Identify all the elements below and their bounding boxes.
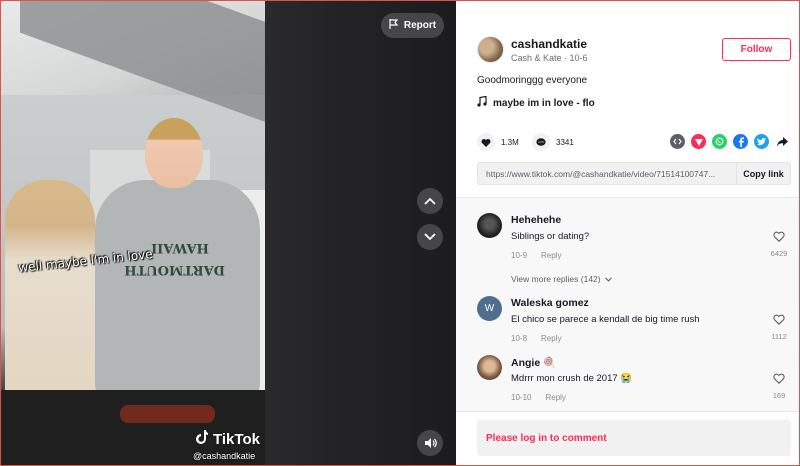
video-person-right	[95, 180, 260, 395]
comment-count: 3341	[556, 137, 574, 147]
comment-like-count: 1112	[771, 332, 787, 341]
chevron-down-small-icon	[604, 276, 612, 282]
comment-like[interactable]: 1112	[766, 312, 792, 341]
view-more-label: View more replies (142)	[511, 274, 601, 284]
comments-list[interactable]: Hehehehe Siblings or dating? 10-9 Reply …	[456, 197, 800, 411]
facebook-icon[interactable]	[733, 134, 748, 149]
comment-like[interactable]: 169	[766, 371, 792, 400]
comment-like[interactable]: 6429	[766, 229, 792, 258]
comment-stat[interactable]: 3341	[532, 133, 574, 151]
reply-button[interactable]: Reply	[545, 393, 565, 402]
comment-meta: 10-8 Reply	[511, 334, 561, 343]
chevron-down-icon	[424, 233, 436, 241]
copy-link-button[interactable]: Copy link	[736, 163, 790, 184]
video-handle: @cashandkatie	[193, 451, 256, 461]
speaker-icon	[424, 438, 437, 448]
video-link-field[interactable]: https://www.tiktok.com/@cashandkatie/vid…	[478, 169, 736, 179]
video-bacon	[120, 405, 215, 423]
comment-like-count: 6429	[770, 249, 788, 258]
comment-author[interactable]: Waleska gomez	[511, 297, 589, 309]
reply-button[interactable]: Reply	[541, 334, 561, 343]
embed-icon[interactable]	[670, 134, 685, 149]
comment-avatar[interactable]: W	[477, 296, 502, 321]
volume-button[interactable]	[417, 430, 443, 456]
send-icon[interactable]	[691, 134, 706, 149]
video-link-box: https://www.tiktok.com/@cashandkatie/vid…	[477, 162, 791, 185]
tiktok-logo-icon	[196, 430, 210, 448]
music-title: maybe im in love - flo	[493, 97, 595, 109]
heart-outline-icon	[773, 314, 785, 325]
music-link[interactable]: maybe im in love - flo	[477, 95, 595, 110]
comment-avatar[interactable]	[477, 355, 502, 380]
tiktok-watermark-text: TikTok	[213, 431, 260, 448]
avatar-letter: W	[484, 303, 495, 314]
comment-text: Siblings or dating?	[511, 231, 590, 242]
author-name[interactable]: cashandkatie	[511, 37, 587, 51]
tiktok-watermark: TikTok	[196, 430, 260, 448]
login-to-comment-button[interactable]: Please log in to comment	[477, 420, 791, 456]
next-video-button[interactable]	[417, 224, 443, 250]
video-player[interactable]: DARTMOUTH HAWAII well maybe I'm in love …	[0, 0, 456, 466]
view-more-replies[interactable]: View more replies (142)	[511, 274, 612, 284]
follow-button[interactable]: Follow	[722, 38, 791, 61]
comment-avatar[interactable]	[477, 213, 502, 238]
comment-date: 10-8	[511, 334, 528, 343]
comment-text: Mdrrr mon crush de 2017 😭	[511, 373, 633, 384]
like-stat[interactable]: 1.3M	[477, 133, 519, 151]
share-arrow-icon[interactable]	[775, 134, 790, 149]
video-person-left	[5, 180, 95, 410]
whatsapp-icon[interactable]	[712, 134, 727, 149]
comment-meta: 10-10 Reply	[511, 393, 566, 402]
comment-date: 10-9	[511, 251, 528, 260]
chevron-up-icon	[424, 197, 436, 205]
reply-button[interactable]: Reply	[541, 251, 561, 260]
comment-text: El chico se parece a kendall de big time…	[511, 314, 700, 325]
music-note-icon	[477, 95, 487, 110]
heart-outline-icon	[773, 231, 785, 242]
flag-icon	[389, 19, 399, 32]
comment-author[interactable]: Hehehehe	[511, 214, 561, 226]
report-label: Report	[403, 20, 437, 31]
comment-meta: 10-9 Reply	[511, 251, 561, 260]
stats-row: 1.3M 3341	[477, 133, 792, 153]
like-count: 1.3M	[501, 137, 519, 147]
previous-video-button[interactable]	[417, 188, 443, 214]
details-panel: cashandkatie Cash & Kate · 10-6 Follow G…	[456, 0, 800, 466]
video-person-right-head	[145, 118, 203, 188]
heart-icon	[477, 133, 495, 151]
comment-like-count: 169	[772, 391, 786, 400]
comment-bubble-icon	[532, 133, 550, 151]
divider	[456, 411, 800, 412]
twitter-icon[interactable]	[754, 134, 769, 149]
author-avatar[interactable]	[477, 36, 504, 63]
comment-date: 10-10	[511, 393, 532, 402]
report-button[interactable]: Report	[381, 13, 444, 38]
author-subtitle: Cash & Kate · 10-6	[511, 53, 588, 63]
heart-outline-icon	[773, 373, 785, 384]
comment-author[interactable]: Angie 🍭	[511, 356, 556, 369]
post-description: Goodmoringgg everyone	[477, 75, 588, 86]
video-frame[interactable]: DARTMOUTH HAWAII well maybe I'm in love …	[0, 0, 265, 466]
